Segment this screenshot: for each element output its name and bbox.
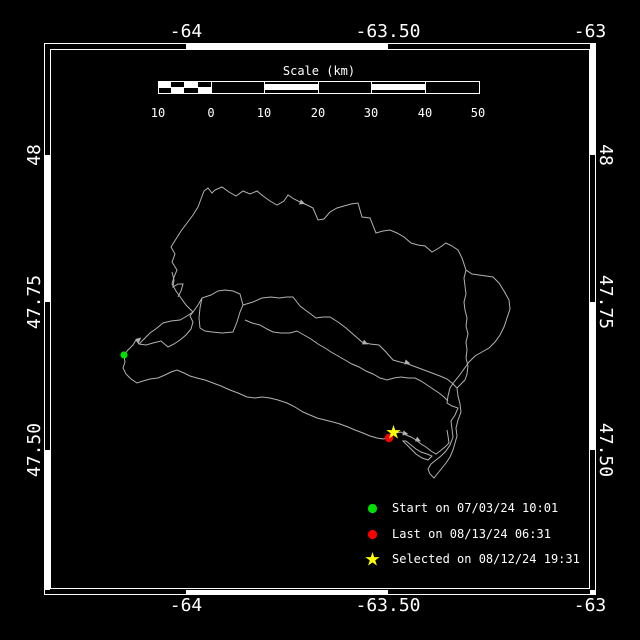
left-axis-label: 47.50 xyxy=(26,423,44,477)
last-dot-icon xyxy=(364,526,381,543)
track-segment xyxy=(123,355,388,439)
legend-item-start: Start on 07/03/24 10:01 xyxy=(364,500,558,517)
drift-track-map-figure: -64 -63.50 -63 -64 -63.50 -63 48 47.75 4… xyxy=(0,0,640,640)
track-segment xyxy=(124,188,215,355)
legend-label-selected: Selected on 08/12/24 19:31 xyxy=(392,551,580,568)
direction-arrow-icon xyxy=(299,200,306,207)
track-segment xyxy=(199,290,243,333)
start-marker xyxy=(120,351,127,358)
left-axis-label: 48 xyxy=(26,144,44,166)
legend-label-last: Last on 08/13/24 06:31 xyxy=(392,526,551,543)
scale-tick-label: 50 xyxy=(471,107,485,119)
right-axis-label: 47.50 xyxy=(596,423,614,477)
plot-canvas xyxy=(0,0,640,640)
track-segment xyxy=(403,441,432,460)
legend-item-selected: Selected on 08/12/24 19:31 xyxy=(364,551,580,568)
right-axis-label: 47.75 xyxy=(596,275,614,329)
scale-bar-title: Scale (km) xyxy=(283,65,355,77)
bottom-axis-label: -64 xyxy=(170,597,203,615)
start-dot-icon xyxy=(364,500,381,517)
scale-tick-label: 0 xyxy=(207,107,214,119)
bottom-axis-label: -63 xyxy=(574,597,607,615)
track-segment xyxy=(245,320,448,401)
track-segment xyxy=(243,297,457,388)
left-axis-label: 47.75 xyxy=(26,275,44,329)
scale-tick-label: 10 xyxy=(257,107,271,119)
top-axis-label: -63 xyxy=(574,23,607,41)
bottom-axis-label: -63.50 xyxy=(355,597,420,615)
top-axis-label: -64 xyxy=(170,23,203,41)
scale-tick-label: 30 xyxy=(364,107,378,119)
scale-tick-label: 40 xyxy=(418,107,432,119)
legend-item-last: Last on 08/13/24 06:31 xyxy=(364,526,551,543)
selected-star-icon xyxy=(364,551,381,568)
drift-track xyxy=(123,187,510,478)
scale-tick-label: 20 xyxy=(311,107,325,119)
scale-tick-label: 10 xyxy=(151,107,165,119)
legend-label-start: Start on 07/03/24 10:01 xyxy=(392,500,558,517)
track-segment xyxy=(391,430,449,454)
right-axis-label: 48 xyxy=(596,144,614,166)
scale-bar xyxy=(158,81,480,94)
top-axis-label: -63.50 xyxy=(355,23,420,41)
